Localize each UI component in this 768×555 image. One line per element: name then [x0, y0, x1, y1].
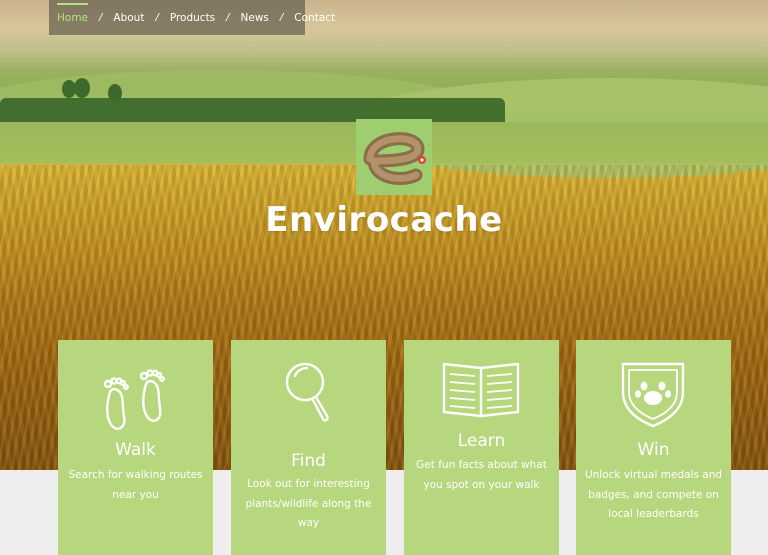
nav-news[interactable]: News [241, 8, 269, 28]
nav-separator: / [279, 12, 284, 23]
brand-logo-icon[interactable] [356, 119, 432, 195]
paw-shield-icon [576, 354, 731, 444]
feature-title: Find [291, 451, 326, 471]
magnifier-icon [231, 354, 386, 444]
feature-title: Walk [115, 440, 156, 460]
feature-description: Look out for interesting plants/wildlife… [245, 478, 372, 529]
feature-description: Get fun facts about what you spot on you… [416, 459, 547, 491]
nav-separator: / [99, 12, 103, 23]
nav-separator: / [155, 12, 159, 23]
nav-about[interactable]: About [113, 8, 144, 28]
nav-contact[interactable]: Contact [294, 8, 335, 28]
feature-title: Win [637, 440, 670, 460]
brand-title: Envirocache [265, 200, 503, 240]
tree [74, 78, 90, 98]
feature-description: Unlock virtual medals and badges, and co… [584, 469, 723, 520]
top-navigation: Home / About / Products / News / Contact [49, 0, 335, 35]
feature-card-learn[interactable]: Learn Get fun facts about what you spot … [404, 340, 559, 555]
footprints-icon [58, 354, 213, 444]
feature-card-win[interactable]: Win Unlock virtual medals and badges, an… [576, 340, 731, 555]
feature-description: Search for walking routes near you [68, 469, 203, 501]
nav-home[interactable]: Home [57, 2, 89, 28]
nav-separator: / [226, 12, 230, 23]
nav-products[interactable]: Products [170, 8, 215, 28]
feature-card-find[interactable]: Find Look out for interesting plants/wil… [231, 340, 386, 555]
feature-card-walk[interactable]: Walk Search for walking routes near you [58, 340, 213, 555]
feature-title: Learn [457, 431, 506, 451]
